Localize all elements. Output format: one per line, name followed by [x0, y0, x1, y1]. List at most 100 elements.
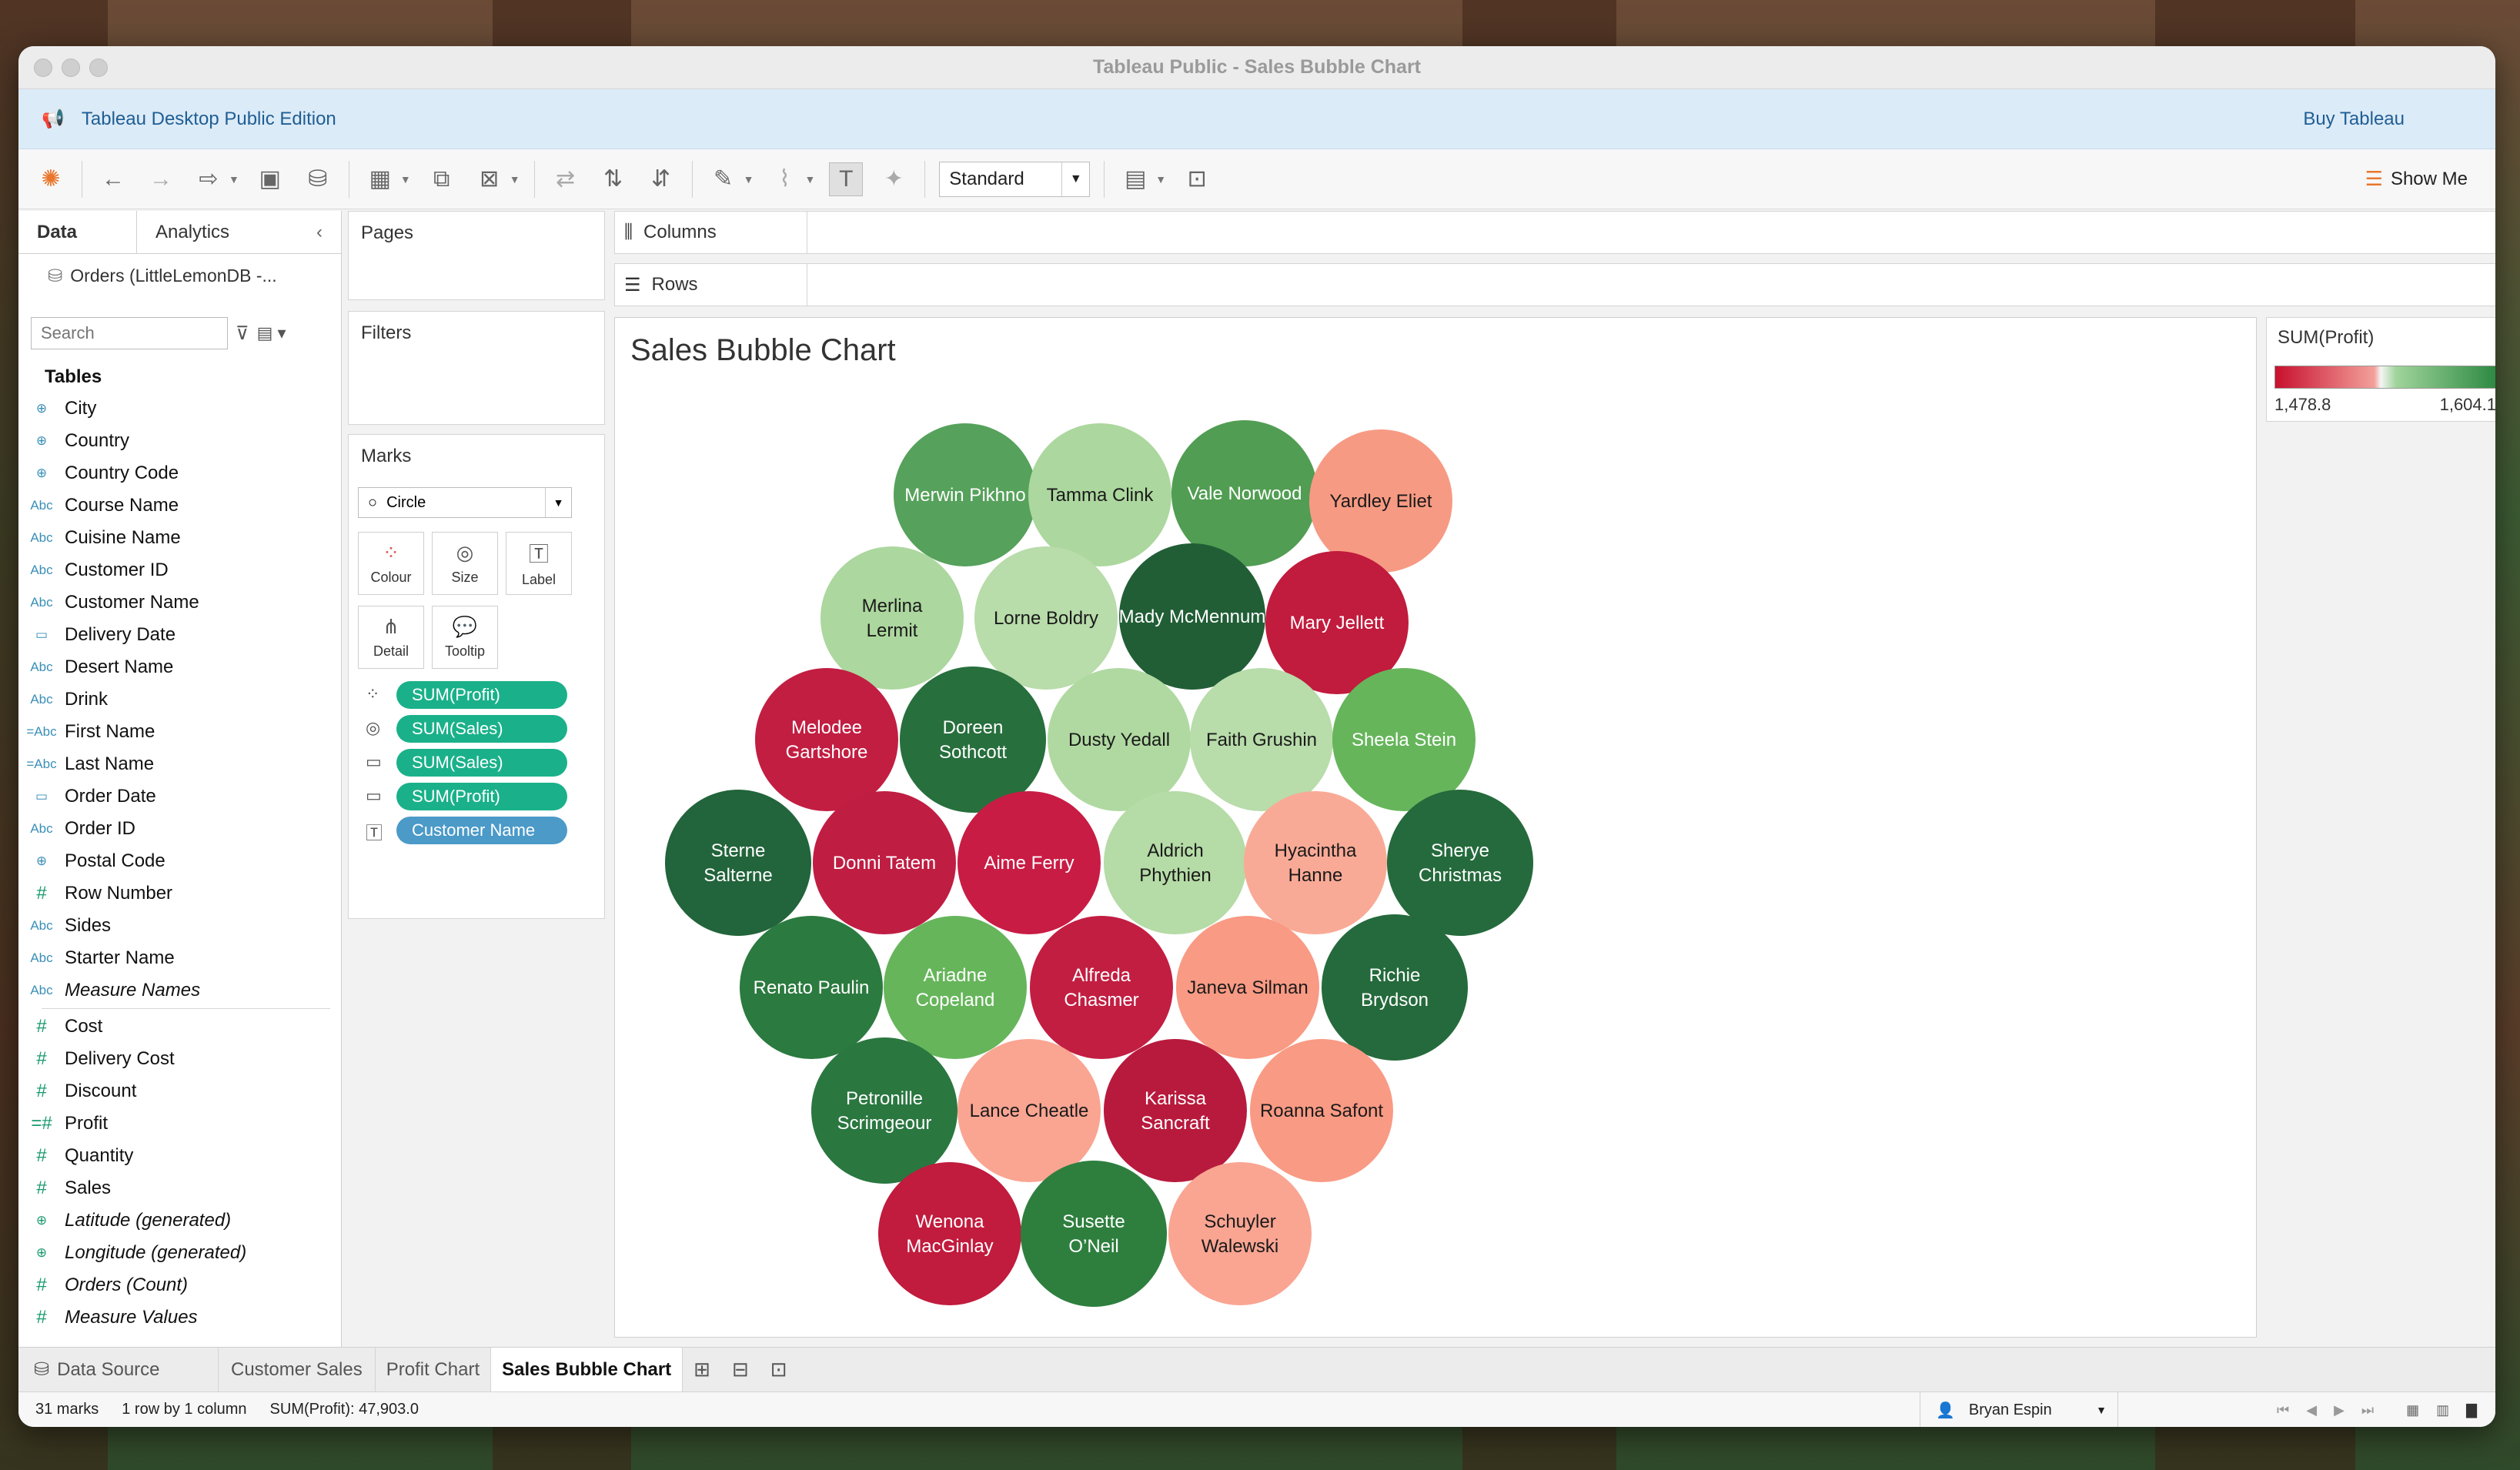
field-dimension[interactable]: Abc Starter Name: [18, 942, 341, 974]
field-measure[interactable]: # Measure Values: [18, 1301, 341, 1334]
data-source-item[interactable]: ⛁ Orders (LittleLemonDB -...: [18, 254, 341, 297]
field-measure[interactable]: =# Profit: [18, 1108, 341, 1140]
field-dimension[interactable]: ▭ Delivery Date: [18, 619, 341, 651]
new-data-source-icon[interactable]: ⛁: [301, 162, 335, 196]
colour-button[interactable]: ⁘ Colour: [358, 532, 424, 595]
bubble-mark[interactable]: Hyacintha Hanne: [1244, 791, 1387, 934]
show-me-button[interactable]: ☰ Show Me: [2365, 167, 2468, 191]
field-measure[interactable]: # Orders (Count): [18, 1269, 341, 1301]
bubble-circle[interactable]: [1104, 1039, 1247, 1182]
bubble-mark[interactable]: Janeva Silman: [1176, 916, 1319, 1059]
field-dimension[interactable]: ⊕ Country: [18, 425, 341, 457]
bubble-mark[interactable]: Susette O’Neil: [1021, 1161, 1167, 1307]
last-sheet-icon[interactable]: ⏭: [2361, 1402, 2374, 1418]
bubble-mark[interactable]: Roanna Safont: [1250, 1039, 1393, 1182]
bubble-mark[interactable]: Sterne Salterne: [665, 790, 811, 936]
detail-button[interactable]: ⋔ Detail: [358, 606, 424, 669]
field-dimension[interactable]: Abc Cuisine Name: [18, 522, 341, 554]
close-window-button[interactable]: [34, 58, 52, 77]
view-options-icon[interactable]: ▤ ▾: [257, 323, 286, 343]
duplicate-sheet-icon[interactable]: ⧉: [425, 162, 459, 196]
marks-pill[interactable]: SUM(Profit): [396, 681, 567, 709]
field-measure[interactable]: ⊕ Longitude (generated): [18, 1237, 341, 1269]
field-dimension[interactable]: Abc Customer ID: [18, 554, 341, 586]
label-button[interactable]: 🅃 Label: [506, 532, 572, 595]
bubble-mark[interactable]: Dusty Yedall: [1048, 668, 1191, 811]
bubble-mark[interactable]: Aldrich Phythien: [1104, 791, 1247, 934]
bubble-mark[interactable]: Renato Paulin: [740, 916, 883, 1059]
tab-profit-chart[interactable]: Profit Chart: [376, 1348, 492, 1391]
tooltip-button[interactable]: 💬 Tooltip: [432, 606, 498, 669]
field-dimension[interactable]: ⊕ City: [18, 393, 341, 425]
tab-customer-sales[interactable]: Customer Sales: [219, 1348, 376, 1391]
marks-pill[interactable]: Customer Name: [396, 817, 567, 844]
field-dimension[interactable]: # Row Number: [18, 877, 341, 910]
field-dimension[interactable]: Abc Desert Name: [18, 651, 341, 683]
new-story-icon[interactable]: ⊡: [760, 1348, 798, 1391]
bubble-circle[interactable]: [884, 916, 1027, 1059]
field-measure[interactable]: ⊕ Latitude (generated): [18, 1204, 341, 1237]
bubble-circle[interactable]: [1168, 1162, 1312, 1305]
tableau-logo-icon[interactable]: ✺: [34, 162, 68, 196]
bubble-mark[interactable]: Petronille Scrimgeour: [811, 1037, 958, 1184]
bubble-mark[interactable]: Wenona MacGinlay: [878, 1162, 1021, 1305]
bubble-mark[interactable]: Richie Brydson: [1322, 914, 1468, 1061]
bubble-circle[interactable]: [811, 1037, 958, 1184]
new-worksheet-icon[interactable]: ▦: [363, 162, 397, 196]
field-dimension[interactable]: Abc Course Name: [18, 489, 341, 522]
replay-icon[interactable]: ⇨: [192, 162, 226, 196]
filter-icon[interactable]: ⊽: [236, 322, 249, 345]
fit-select[interactable]: Standard ▼: [939, 161, 1091, 197]
undo-icon[interactable]: ←: [96, 162, 130, 196]
first-sheet-icon[interactable]: ⏮: [2277, 1402, 2289, 1418]
rows-shelf[interactable]: ☰ Rows: [614, 263, 2495, 306]
bubble-mark[interactable]: Aime Ferry: [958, 791, 1101, 934]
search-input[interactable]: [31, 317, 228, 349]
field-dimension[interactable]: =Abc Last Name: [18, 748, 341, 780]
tab-analytics[interactable]: Analytics: [137, 211, 248, 253]
bubble-circle[interactable]: [1322, 914, 1468, 1061]
collapse-pane-icon[interactable]: ‹: [298, 211, 341, 253]
bubble-circle[interactable]: [900, 667, 1046, 813]
minimize-window-button[interactable]: [62, 58, 80, 77]
bubble-circle[interactable]: [1104, 791, 1247, 934]
show-sheet-sorter-icon[interactable]: ▥: [2436, 1402, 2449, 1418]
bubble-circle[interactable]: [1021, 1161, 1167, 1307]
marks-pill[interactable]: SUM(Sales): [396, 715, 567, 743]
marks-pill[interactable]: SUM(Sales): [396, 749, 567, 777]
bubble-mark[interactable]: Mady McMennum: [1119, 543, 1266, 690]
field-dimension[interactable]: Abc Customer Name: [18, 586, 341, 619]
bubble-mark[interactable]: Alfreda Chasmer: [1030, 916, 1173, 1059]
chevron-down-icon[interactable]: ▼: [229, 173, 239, 185]
fix-axes-icon[interactable]: ✦: [877, 162, 911, 196]
chevron-down-icon[interactable]: ▼: [744, 173, 754, 185]
redo-icon[interactable]: →: [144, 162, 178, 196]
chevron-down-icon[interactable]: ▼: [804, 173, 815, 185]
bubble-circle[interactable]: [1387, 790, 1533, 936]
marks-pill[interactable]: SUM(Profit): [396, 783, 567, 810]
bubble-mark[interactable]: Doreen Sothcott: [900, 667, 1046, 813]
highlight-icon[interactable]: ✎: [707, 162, 740, 196]
user-menu[interactable]: 👤 Bryan Espin ▼: [1920, 1392, 2118, 1427]
pages-shelf[interactable]: Pages: [348, 211, 605, 300]
columns-shelf[interactable]: ⫼ Columns: [614, 211, 2495, 254]
bubble-circle[interactable]: [755, 668, 898, 811]
bubble-mark[interactable]: Karissa Sancraft: [1104, 1039, 1247, 1182]
field-measure[interactable]: # Discount: [18, 1075, 341, 1108]
bubble-mark[interactable]: Schuyler Walewski: [1168, 1162, 1312, 1305]
bubble-mark[interactable]: Melodee Gartshore: [755, 668, 898, 811]
bubble-circle[interactable]: [878, 1162, 1021, 1305]
field-dimension[interactable]: ▭ Order Date: [18, 780, 341, 813]
bubble-circle[interactable]: [1030, 916, 1173, 1059]
new-worksheet-icon[interactable]: ⊞: [683, 1348, 721, 1391]
size-button[interactable]: ◎ Size: [432, 532, 498, 595]
save-icon[interactable]: ▣: [253, 162, 287, 196]
bubble-mark[interactable]: Lorne Boldry: [974, 546, 1118, 690]
bubble-mark[interactable]: Sherye Christmas: [1387, 790, 1533, 936]
chevron-down-icon[interactable]: ▼: [400, 173, 411, 185]
field-dimension[interactable]: Abc Sides: [18, 910, 341, 942]
show-cards-icon[interactable]: ▤: [1118, 162, 1152, 196]
tab-sales-bubble-chart[interactable]: Sales Bubble Chart: [491, 1348, 683, 1391]
field-dimension[interactable]: Abc Measure Names: [18, 974, 341, 1007]
bubble-mark[interactable]: Tamma Clink: [1028, 423, 1171, 566]
